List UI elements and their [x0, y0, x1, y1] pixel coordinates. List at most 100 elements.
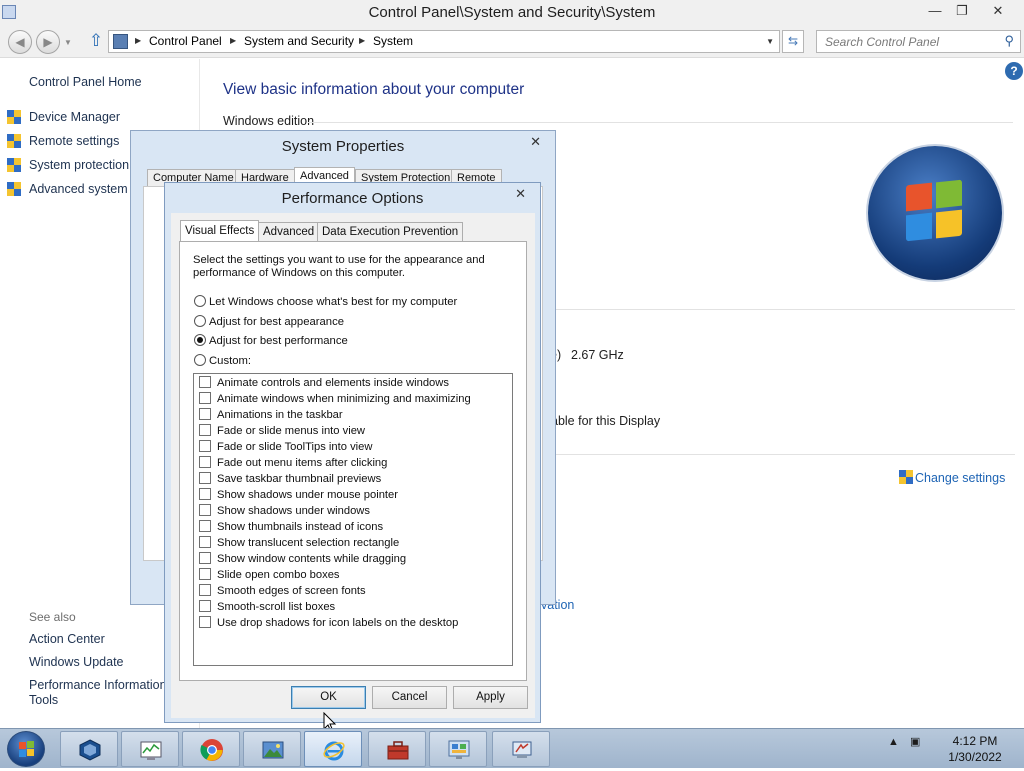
checkbox-unchecked-icon[interactable]: [199, 552, 211, 564]
effect-list-item[interactable]: Show thumbnails instead of icons: [199, 520, 383, 536]
ok-button[interactable]: OK: [291, 686, 366, 709]
chevron-right-icon[interactable]: ▶: [359, 36, 365, 45]
radio-option[interactable]: Adjust for best performance: [194, 334, 348, 347]
radio-option[interactable]: Let Windows choose what's best for my co…: [194, 295, 457, 308]
effect-list-item[interactable]: Fade out menu items after clicking: [199, 456, 387, 472]
taskbar-toolbox[interactable]: [368, 731, 426, 767]
control-panel-home-link[interactable]: Control Panel Home: [29, 75, 142, 89]
show-hidden-icons-chevron-icon[interactable]: ▲: [888, 736, 899, 748]
checkbox-unchecked-icon[interactable]: [199, 600, 211, 612]
radio-unselected-icon[interactable]: [194, 354, 206, 366]
tab-data-execution-prevention[interactable]: Data Execution Prevention: [317, 222, 464, 241]
cancel-button[interactable]: Cancel: [372, 686, 447, 709]
checkbox-unchecked-icon[interactable]: [199, 456, 211, 468]
effect-list-item[interactable]: Animations in the taskbar: [199, 408, 343, 424]
checkbox-unchecked-icon[interactable]: [199, 376, 211, 388]
device-manager-link[interactable]: Device Manager: [29, 110, 120, 124]
radio-option[interactable]: Adjust for best appearance: [194, 315, 344, 328]
taskbar-system-properties[interactable]: [492, 731, 550, 767]
checkbox-unchecked-icon[interactable]: [199, 584, 211, 596]
start-button[interactable]: [7, 731, 45, 767]
checkbox-unchecked-icon[interactable]: [199, 440, 211, 452]
clock[interactable]: 4:12 PM 1/30/2022: [935, 733, 1015, 765]
performance-information-link[interactable]: Performance Information: [29, 678, 167, 692]
breadcrumb-control-panel[interactable]: Control Panel: [149, 34, 222, 48]
forward-button[interactable]: ▶: [36, 30, 60, 54]
shield-icon: [7, 182, 21, 197]
checkbox-unchecked-icon[interactable]: [199, 504, 211, 516]
clock-time: 4:12 PM: [952, 734, 998, 748]
checkbox-unchecked-icon[interactable]: [199, 616, 211, 628]
effect-list-item[interactable]: Show shadows under windows: [199, 504, 370, 520]
up-button[interactable]: ⇧: [87, 31, 105, 51]
help-icon[interactable]: ?: [1005, 62, 1023, 80]
checkbox-unchecked-icon[interactable]: [199, 488, 211, 500]
action-center-link[interactable]: Action Center: [29, 632, 105, 646]
checkbox-unchecked-icon[interactable]: [199, 568, 211, 580]
effect-list-item[interactable]: Animate controls and elements inside win…: [199, 376, 449, 392]
chevron-right-icon[interactable]: ▶: [135, 36, 141, 45]
taskbar-resource-monitor[interactable]: [121, 731, 179, 767]
effect-label: Save taskbar thumbnail previews: [217, 473, 382, 485]
section-divider: [545, 309, 1015, 310]
breadcrumb-system[interactable]: System: [373, 34, 413, 48]
effect-list-item[interactable]: Show translucent selection rectangle: [199, 536, 399, 552]
tab-visual-effects[interactable]: Visual Effects: [180, 220, 260, 242]
effect-list-item[interactable]: Slide open combo boxes: [199, 568, 340, 584]
effect-list-item[interactable]: Save taskbar thumbnail previews: [199, 472, 381, 488]
restore-button[interactable]: ❐: [947, 2, 977, 20]
effect-list-item[interactable]: Fade or slide ToolTips into view: [199, 440, 372, 456]
system-protection-link[interactable]: System protection: [29, 158, 129, 172]
close-button[interactable]: ✕: [983, 2, 1013, 20]
apply-button[interactable]: Apply: [453, 686, 528, 709]
taskbar-internet-explorer[interactable]: [304, 731, 362, 767]
search-input[interactable]: Search Control Panel ⚲: [816, 30, 1021, 53]
recent-pages-dropdown[interactable]: ▼: [64, 38, 72, 47]
control-panel-icon: [113, 34, 128, 49]
effect-list-item[interactable]: Animate windows when minimizing and maxi…: [199, 392, 471, 408]
remote-settings-link[interactable]: Remote settings: [29, 134, 119, 148]
checkbox-unchecked-icon[interactable]: [199, 424, 211, 436]
checkbox-unchecked-icon[interactable]: [199, 408, 211, 420]
checkbox-unchecked-icon[interactable]: [199, 536, 211, 548]
taskbar-chrome[interactable]: [182, 731, 240, 767]
taskbar-photo-viewer[interactable]: [243, 731, 301, 767]
taskbar-virtualbox[interactable]: [60, 731, 118, 767]
effect-list-item[interactable]: Smooth-scroll list boxes: [199, 600, 335, 616]
effect-list-item[interactable]: Show window contents while dragging: [199, 552, 406, 568]
breadcrumb-system-and-security[interactable]: System and Security: [244, 34, 354, 48]
title-bar[interactable]: Control Panel\System and Security\System…: [0, 0, 1024, 26]
refresh-button[interactable]: ⇆: [782, 30, 804, 53]
network-icon[interactable]: ▣: [910, 736, 920, 748]
taskbar-control-panel[interactable]: [429, 731, 487, 767]
window-title: Control Panel\System and Security\System: [368, 4, 656, 21]
windows-update-link[interactable]: Windows Update: [29, 655, 124, 669]
effect-list-item[interactable]: Fade or slide menus into view: [199, 424, 365, 440]
checkbox-unchecked-icon[interactable]: [199, 520, 211, 532]
tab-advanced[interactable]: Advanced: [258, 222, 320, 241]
performance-tools-link[interactable]: Tools: [29, 693, 58, 707]
search-icon[interactable]: ⚲: [1004, 33, 1014, 49]
minimize-button[interactable]: —: [920, 2, 950, 20]
checkbox-unchecked-icon[interactable]: [199, 392, 211, 404]
radio-unselected-icon[interactable]: [194, 295, 206, 307]
effect-list-item[interactable]: Use drop shadows for icon labels on the …: [199, 616, 458, 632]
radio-option[interactable]: Custom:: [194, 354, 251, 367]
radio-selected-icon[interactable]: [194, 334, 206, 346]
system-properties-close-button[interactable]: ✕: [530, 134, 541, 150]
chevron-right-icon[interactable]: ▶: [230, 36, 236, 45]
change-settings-link[interactable]: Change settings: [915, 471, 1005, 485]
advanced-system-settings-link[interactable]: Advanced system s: [29, 182, 137, 196]
effect-list-item[interactable]: Show shadows under mouse pointer: [199, 488, 398, 504]
breadcrumb[interactable]: ▶ Control Panel ▶ System and Security ▶ …: [108, 30, 780, 53]
performance-options-close-button[interactable]: ✕: [515, 186, 526, 202]
effect-list-item[interactable]: Smooth edges of screen fonts: [199, 584, 366, 600]
visual-effects-list[interactable]: Animate controls and elements inside win…: [193, 373, 513, 666]
back-button[interactable]: ◀: [8, 30, 32, 54]
radio-unselected-icon[interactable]: [194, 315, 206, 327]
effect-label: Animate windows when minimizing and maxi…: [217, 393, 471, 405]
checkbox-unchecked-icon[interactable]: [199, 472, 211, 484]
radio-label: Custom:: [209, 355, 252, 367]
performance-options-dialog: Performance Options ✕ Visual Effects Adv…: [164, 182, 541, 723]
address-dropdown-icon[interactable]: ▼: [766, 37, 774, 46]
